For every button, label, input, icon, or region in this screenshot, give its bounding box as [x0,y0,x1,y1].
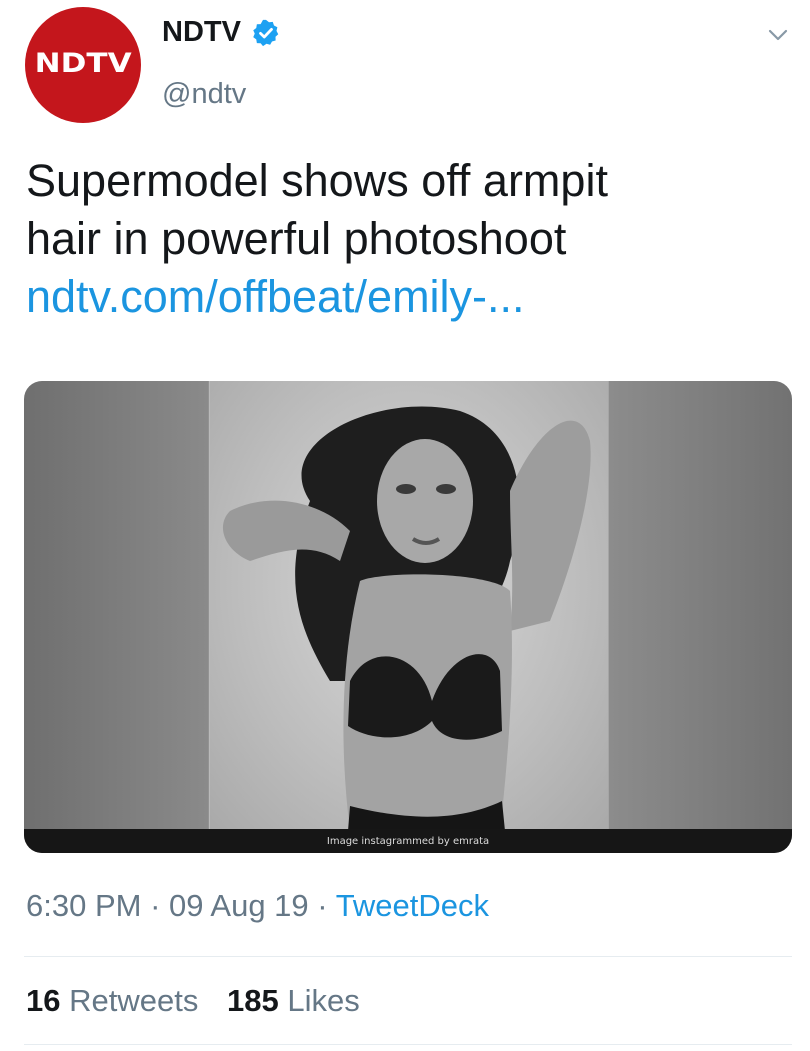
photo-figure [222,406,591,831]
likes-label: Likes [287,983,360,1018]
handle[interactable]: @ndtv [162,78,246,111]
retweets-label: Retweets [69,983,199,1018]
tweet-date[interactable]: 09 Aug 19 [169,888,309,923]
chevron-down-icon[interactable] [765,22,791,48]
name-row: NDTV [162,16,281,49]
tweet-time[interactable]: 6:30 PM [26,888,141,923]
media-caption-bar: Image instagrammed by emrata [24,829,792,853]
display-name[interactable]: NDTV [162,16,241,49]
tweet-link[interactable]: ndtv.com/offbeat/emily-... [26,268,796,326]
likes-count: 185 [226,983,279,1018]
tweet: NDTV NDTV @ndtv Supermodel shows off arm… [0,0,810,1051]
tweet-text-line-2: hair in powerful photoshoot [26,213,567,264]
meta-separator: · [150,888,161,923]
tweet-stats: 16 Retweets 185 Likes [26,983,380,1019]
tweet-text-line-1: Supermodel shows off armpit [26,155,608,206]
avatar[interactable]: NDTV [25,7,141,123]
photo[interactable] [210,381,608,831]
ndtv-logo: NDTV [34,47,132,79]
divider [24,956,792,957]
meta-separator: · [317,888,328,923]
retweets-count: 16 [26,983,61,1018]
tweet-text: Supermodel shows off armpit hair in powe… [26,152,796,326]
tweet-meta: 6:30 PM · 09 Aug 19 · TweetDeck [26,888,489,924]
likes-stat[interactable]: 185 Likes [227,983,360,1018]
media-caption: Image instagrammed by emrata [326,835,490,847]
retweets-stat[interactable]: 16 Retweets [26,983,198,1018]
divider [24,1044,792,1045]
media-card[interactable]: Image instagrammed by emrata [24,381,792,853]
verified-badge-icon [251,18,281,48]
tweet-source-link[interactable]: TweetDeck [336,888,489,923]
